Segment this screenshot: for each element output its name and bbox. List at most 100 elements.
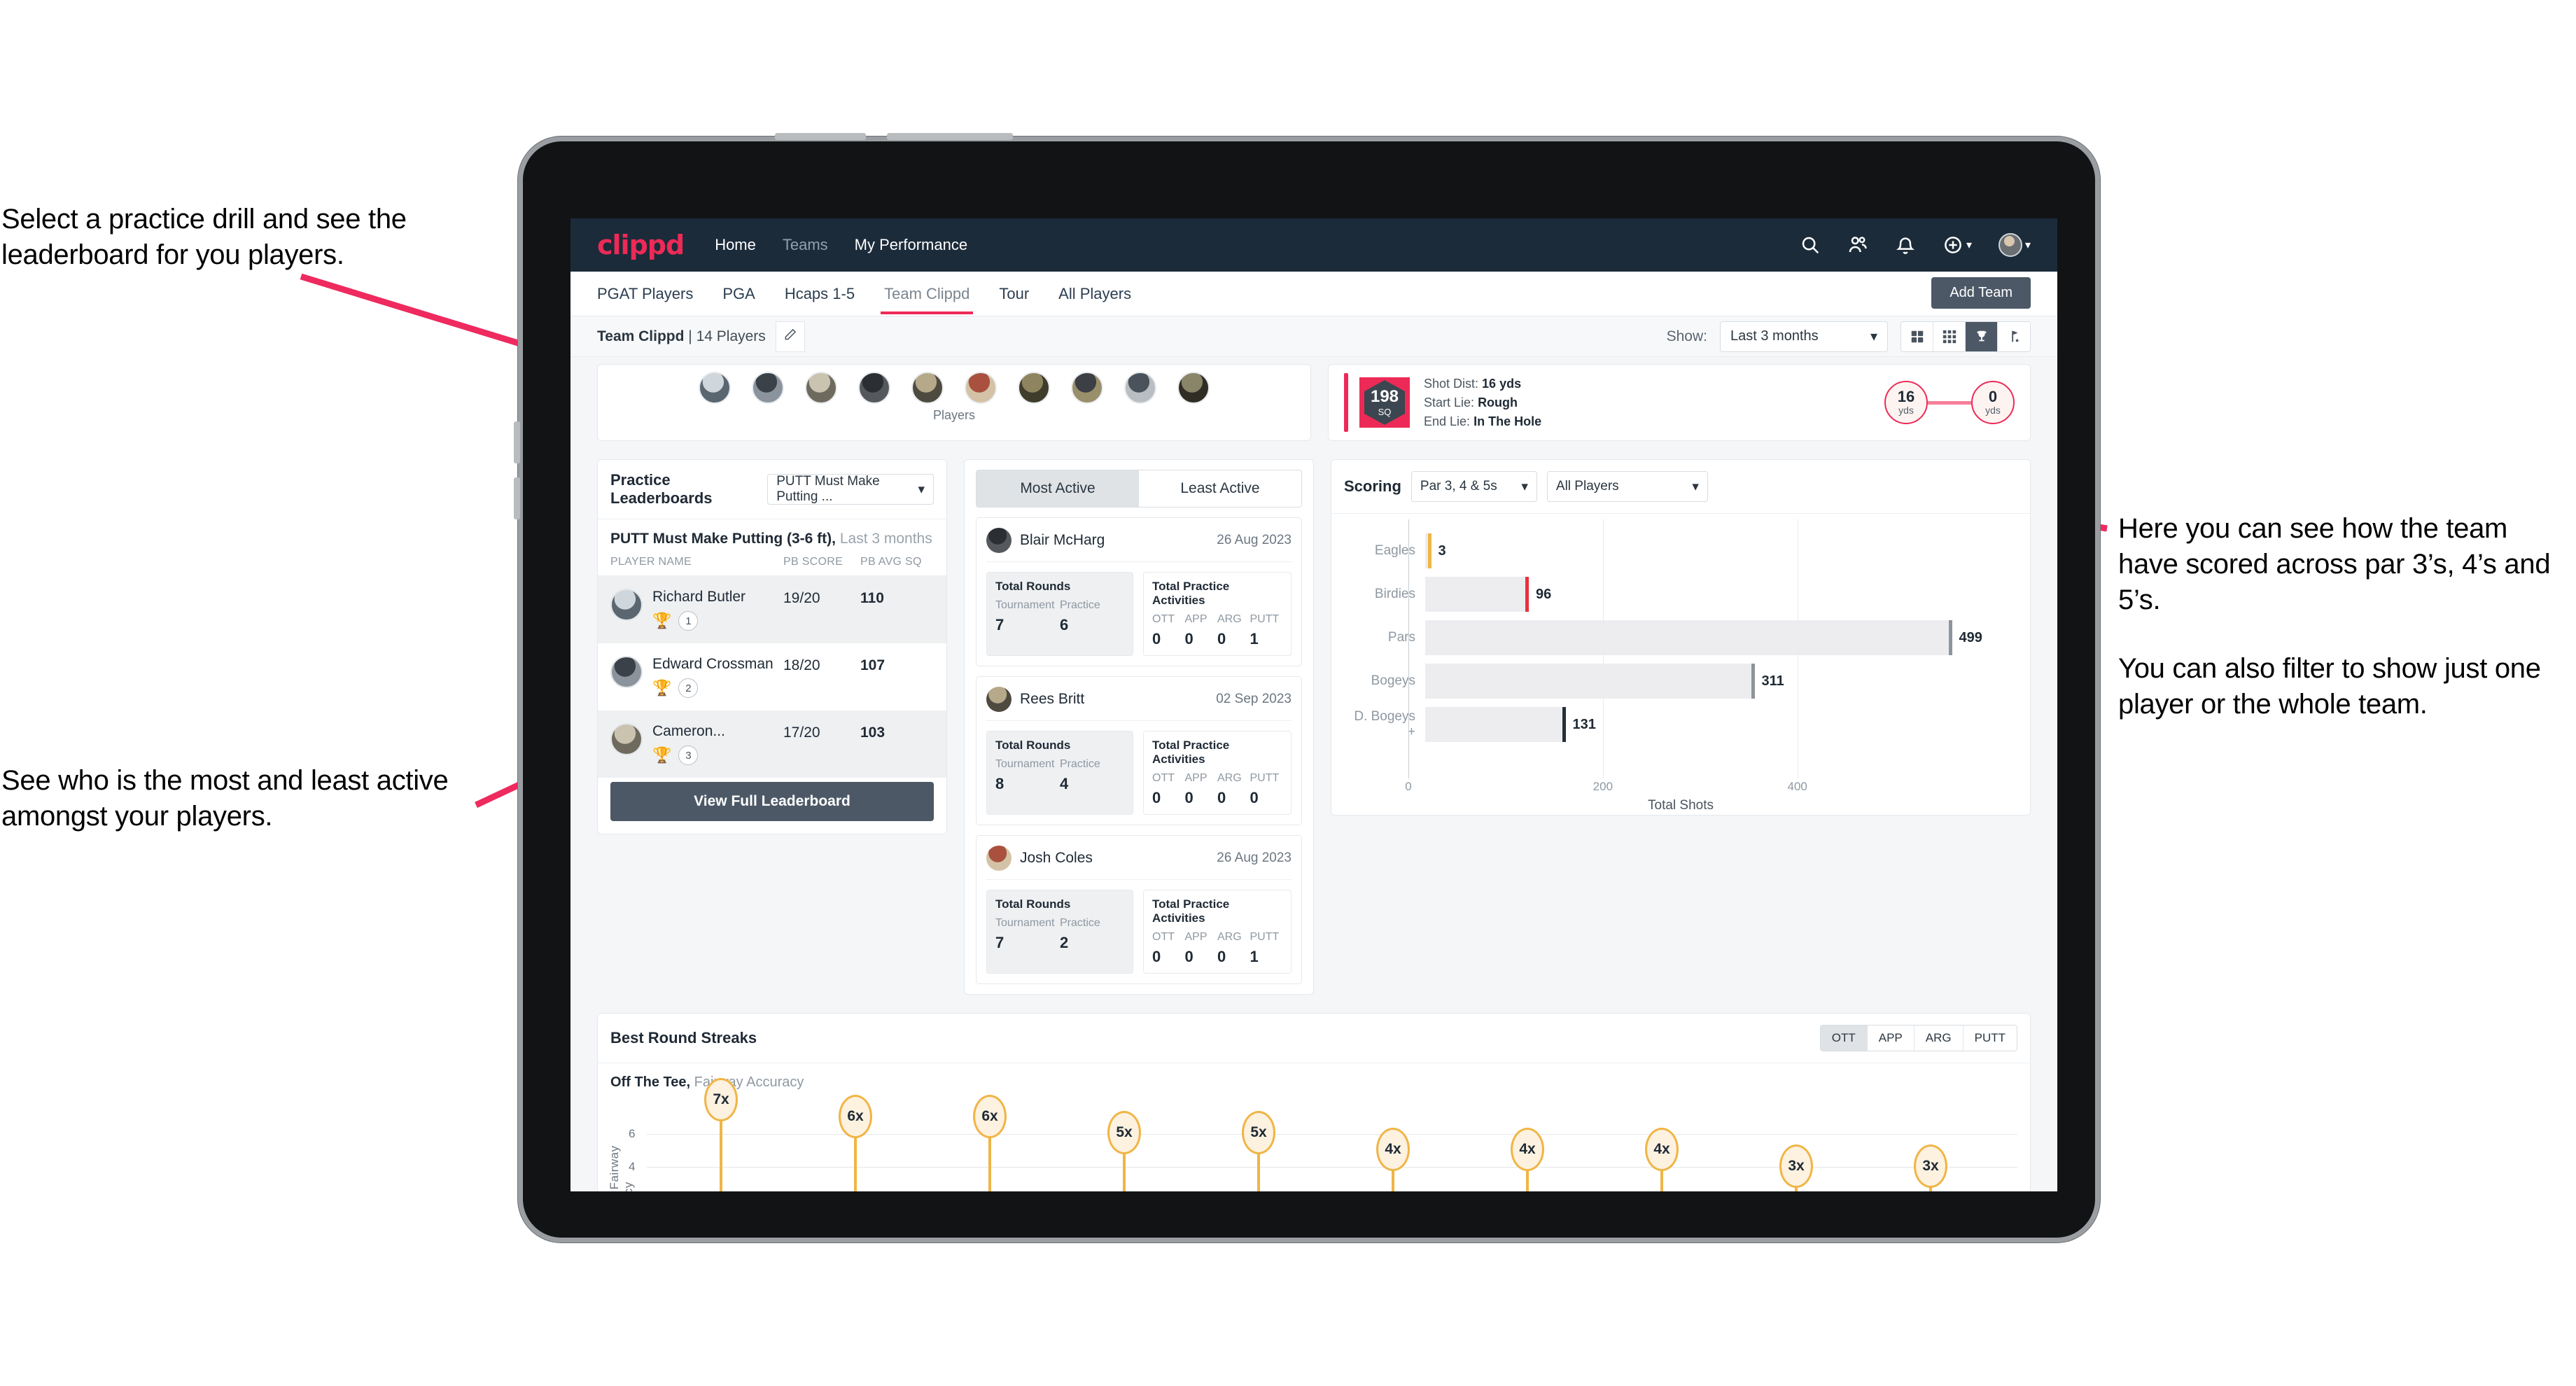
scoring-bar-cap [1751,664,1755,699]
search-icon[interactable] [1800,234,1821,255]
practice-value: 6 [1060,616,1069,634]
arg-label: ARG [1217,613,1242,625]
grid-large-icon[interactable] [1901,321,1933,351]
shot-dist-line: Shot Dist: 16 yds [1424,374,1541,393]
par-filter-select[interactable]: Par 3, 4 & 5s ▾ [1410,471,1537,502]
player-avatar[interactable] [752,372,784,404]
tab-most-active[interactable]: Most Active [976,470,1139,507]
scoring-bar [1425,577,1529,612]
tab-all-players[interactable]: All Players [1058,273,1131,314]
leaderboard-row[interactable]: Richard Butler 🏆 1 19/20 110 [598,576,946,643]
drill-select[interactable]: PUTT Must Make Putting ... ▾ [767,474,934,505]
ott-value: 0 [1152,948,1161,965]
practice-value: 4 [1060,775,1069,792]
streak-lollipop[interactable]: 6x [839,1094,872,1191]
scoring-y-axis [1408,519,1409,778]
leaderboard-row[interactable]: Cameron... 🏆 3 17/20 103 [598,710,946,778]
chevron-down-icon: ▾ [2024,239,2031,251]
streak-lollipop[interactable]: 7x [704,1077,738,1191]
tab-tour[interactable]: Tour [999,273,1029,314]
tab-least-active[interactable]: Least Active [1139,470,1301,507]
tab-hcaps-1-5[interactable]: Hcaps 1-5 [785,273,855,314]
player-avatar[interactable] [965,372,997,404]
streak-lollipop[interactable]: 4x [1511,1128,1544,1191]
player-badges: 🏆 1 [652,611,783,631]
streak-toggle-app[interactable]: APP [1867,1026,1914,1051]
activity-card: Most Active Least Active Blair McHarg 26… [964,459,1314,995]
practice-rounds: Practice 6 [1060,599,1124,634]
streak-lollipop[interactable]: 5x [1242,1111,1275,1191]
streak-lollipop[interactable]: 3x [1779,1144,1813,1191]
streak-lollipop[interactable]: 4x [1645,1128,1679,1191]
plus-circle-icon[interactable] [1942,234,1963,255]
streak-lollipop[interactable]: 6x [973,1094,1007,1191]
avatar [610,656,643,688]
player-avatar[interactable] [1071,372,1103,404]
leaderboard-row[interactable]: Edward Crossman 🏆 2 18/20 107 [598,643,946,710]
edit-team-button[interactable] [775,321,805,352]
streak-lollipop[interactable]: 3x [1914,1144,1947,1191]
leaderboard-subtitle: PUTT Must Make Putting (3-6 ft), Last 3 … [598,519,946,556]
nav-link-my-performance[interactable]: My Performance [855,236,967,254]
scoring-bar-track: 311 [1425,659,2013,703]
streak-lollipop[interactable]: 5x [1107,1111,1141,1191]
activity-list: Blair McHarg 26 Aug 2023 Total Rounds To… [965,517,1313,984]
rank-badge: 3 [678,746,699,765]
date-range-select[interactable]: Last 3 months ▾ [1720,321,1888,352]
column-pb-score: PB SCORE [783,556,844,568]
player-avatar[interactable] [911,372,944,404]
clippd-logo[interactable]: clippd [597,230,685,260]
streak-toggle-putt[interactable]: PUTT [1963,1026,2017,1051]
activity-item[interactable]: Blair McHarg 26 Aug 2023 Total Rounds To… [976,517,1302,666]
activity-item[interactable]: Rees Britt 02 Sep 2023 Total Rounds Tour… [976,676,1302,825]
trophy-icon[interactable] [1966,321,1998,351]
app-stat: APP 0 [1185,931,1218,966]
grid-small-icon[interactable] [1933,321,1966,351]
tab-pgat-players[interactable]: PGAT Players [597,273,693,314]
practice-label: Practice [1060,917,1100,929]
shot-accent-bar [1344,373,1348,432]
people-icon[interactable] [1847,234,1868,255]
putt-label: PUTT [1250,772,1280,784]
navbar-actions: ▾ ▾ [1800,233,2031,257]
leaderboard-subtitle-light: Last 3 months [836,531,932,547]
pb-score: 19/20 [783,590,820,606]
player-avatar[interactable] [1177,372,1210,404]
nav-link-home[interactable]: Home [715,236,756,254]
player-filter-select[interactable]: All Players ▾ [1546,471,1708,502]
dashboard-row-top: Players 198 SQ Shot Dist: 16 yds Start L… [570,357,2057,441]
tab-team-clippd[interactable]: Team Clippd [881,273,974,314]
pb-avg-sq: 103 [860,724,886,741]
avatar[interactable] [1998,233,2022,257]
player-avatar[interactable] [1018,372,1050,404]
ott-stat: OTT 0 [1152,772,1185,807]
nav-link-teams[interactable]: Teams [783,236,828,254]
player-avatar[interactable] [805,372,837,404]
trophy-icon: 🏆 [652,612,672,629]
activity-item[interactable]: Josh Coles 26 Aug 2023 Total Rounds Tour… [976,835,1302,984]
sq-unit: SQ [1378,406,1392,417]
leaderboard-subtitle-bold: PUTT Must Make Putting (3-6 ft), [610,531,836,547]
scoring-x-tick: 0 [1405,780,1412,793]
arg-stat: ARG 0 [1217,931,1250,966]
app-stat: APP 0 [1185,772,1218,807]
player-avatar[interactable] [1124,372,1156,404]
streak-toggle-arg[interactable]: ARG [1914,1026,1963,1051]
app-value: 0 [1184,948,1194,965]
add-menu[interactable]: ▾ [1942,234,1972,255]
app-navbar: clippd Home Teams My Performance ▾ ▾ [570,218,2057,272]
streak-lollipop[interactable]: 4x [1376,1128,1410,1191]
streak-toggle-ott[interactable]: OTT [1820,1026,1868,1051]
flag-icon[interactable] [1998,321,2030,351]
player-avatar[interactable] [858,372,890,404]
view-full-leaderboard-button[interactable]: View Full Leaderboard [610,782,934,821]
putt-stat: PUTT 1 [1250,931,1283,966]
streaks-y-tick: 4 [629,1160,636,1173]
add-team-button[interactable]: Add Team [1931,277,2031,309]
profile-menu[interactable]: ▾ [1998,233,2031,257]
team-player-count: | 14 Players [688,328,766,344]
player-avatar[interactable] [699,372,731,404]
tab-pga[interactable]: PGA [722,273,755,314]
sq-value: 198 [1370,386,1399,406]
bell-icon[interactable] [1895,234,1916,255]
